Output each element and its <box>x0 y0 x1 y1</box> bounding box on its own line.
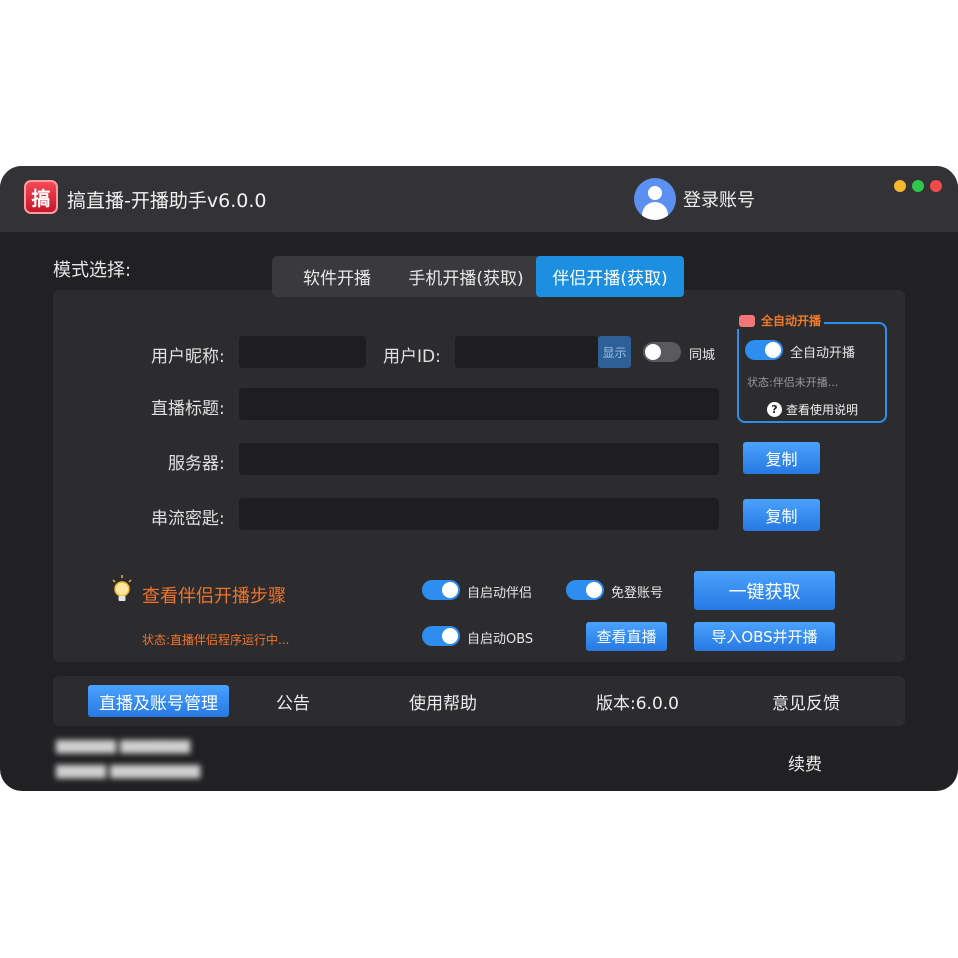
tab-companion-live[interactable]: 伴侣开播(获取) <box>536 256 684 297</box>
usage-help-label: 查看使用说明 <box>786 403 859 417</box>
main-panel: 用户昵称: 用户ID: 显示 同城 直播标题: 服务器: 复制 串流密匙: 复制… <box>53 290 905 662</box>
same-city-toggle[interactable] <box>643 342 681 362</box>
question-icon: ? <box>767 402 782 417</box>
lightbulb-icon <box>112 575 132 601</box>
auto-companion-label: 自启动伴侣 <box>467 586 533 601</box>
window-controls <box>894 180 942 192</box>
app-logo: 搞 <box>24 180 58 214</box>
camera-icon <box>739 314 755 327</box>
auto-start-toggle-label: 全自动开播 <box>790 346 856 361</box>
stream-key-input[interactable] <box>239 498 719 530</box>
live-title-label: 直播标题: <box>151 399 225 419</box>
mode-select-label: 模式选择: <box>53 260 132 281</box>
blurred-account-info-line1: ▇▇▇▇▇▇ ▇▇▇▇▇▇▇ <box>56 739 191 754</box>
app-title: 搞直播-开播助手v6.0.0 <box>67 190 267 212</box>
companion-status: 状态:直播伴侣程序运行中... <box>142 633 290 647</box>
maximize-button[interactable] <box>912 180 924 192</box>
stream-key-label: 串流密匙: <box>151 509 225 529</box>
live-title-input[interactable] <box>239 388 719 420</box>
auto-companion-toggle[interactable] <box>422 580 460 600</box>
auto-start-title-text: 全自动开播 <box>761 314 822 328</box>
nickname-label: 用户昵称: <box>151 347 225 367</box>
server-input[interactable] <box>239 443 719 475</box>
usage-help-link[interactable]: ? 查看使用说明 <box>767 401 858 418</box>
auto-obs-toggle[interactable] <box>422 626 460 646</box>
userid-label: 用户ID: <box>383 347 441 367</box>
auto-obs-label: 自启动OBS <box>467 632 534 647</box>
server-label: 服务器: <box>168 454 225 474</box>
nav-version: 版本:6.0.0 <box>596 693 679 714</box>
minimize-button[interactable] <box>894 180 906 192</box>
login-button[interactable]: 登录账号 <box>634 178 755 220</box>
nav-live-account-management[interactable]: 直播及账号管理 <box>88 685 229 717</box>
same-city-label: 同城 <box>689 348 716 363</box>
nickname-input[interactable] <box>239 336 366 368</box>
auto-start-title: 全自动开播 <box>736 312 825 329</box>
blurred-account-info-line2: ▇▇▇▇▇ ▇▇▇▇▇▇▇▇▇ <box>56 764 201 779</box>
bottom-nav: 直播及账号管理 公告 使用帮助 版本:6.0.0 意见反馈 <box>53 676 905 726</box>
auto-start-status: 状态:伴侣未开播... <box>747 376 839 389</box>
app-window: 搞 搞直播-开播助手v6.0.0 登录账号 模式选择: 用户昵称: 用户ID: … <box>0 166 958 791</box>
tab-phone-live[interactable]: 手机开播(获取) <box>396 256 536 297</box>
one-click-get-button[interactable]: 一键获取 <box>694 571 835 610</box>
show-id-button[interactable]: 显示 <box>598 336 631 368</box>
close-button[interactable] <box>930 180 942 192</box>
user-avatar-icon <box>634 178 676 220</box>
no-login-toggle[interactable] <box>566 580 604 600</box>
copy-key-button[interactable]: 复制 <box>743 499 820 531</box>
nav-help[interactable]: 使用帮助 <box>409 676 477 726</box>
mode-tabs: 软件开播 手机开播(获取) 伴侣开播(获取) <box>272 256 684 297</box>
view-live-button[interactable]: 查看直播 <box>586 622 667 651</box>
view-steps-link[interactable]: 查看伴侣开播步骤 <box>142 582 286 608</box>
tab-software-live[interactable]: 软件开播 <box>278 256 396 297</box>
userid-input[interactable] <box>455 336 598 368</box>
auto-start-toggle[interactable] <box>745 340 783 360</box>
nav-feedback[interactable]: 意见反馈 <box>772 676 840 726</box>
import-obs-button[interactable]: 导入OBS并开播 <box>694 622 835 651</box>
login-label: 登录账号 <box>683 190 755 211</box>
no-login-label: 免登账号 <box>611 586 664 601</box>
title-bar: 搞 搞直播-开播助手v6.0.0 登录账号 <box>0 166 958 232</box>
copy-server-button[interactable]: 复制 <box>743 442 820 474</box>
renew-button[interactable]: 续费 <box>788 750 822 775</box>
nav-notice[interactable]: 公告 <box>276 676 310 726</box>
